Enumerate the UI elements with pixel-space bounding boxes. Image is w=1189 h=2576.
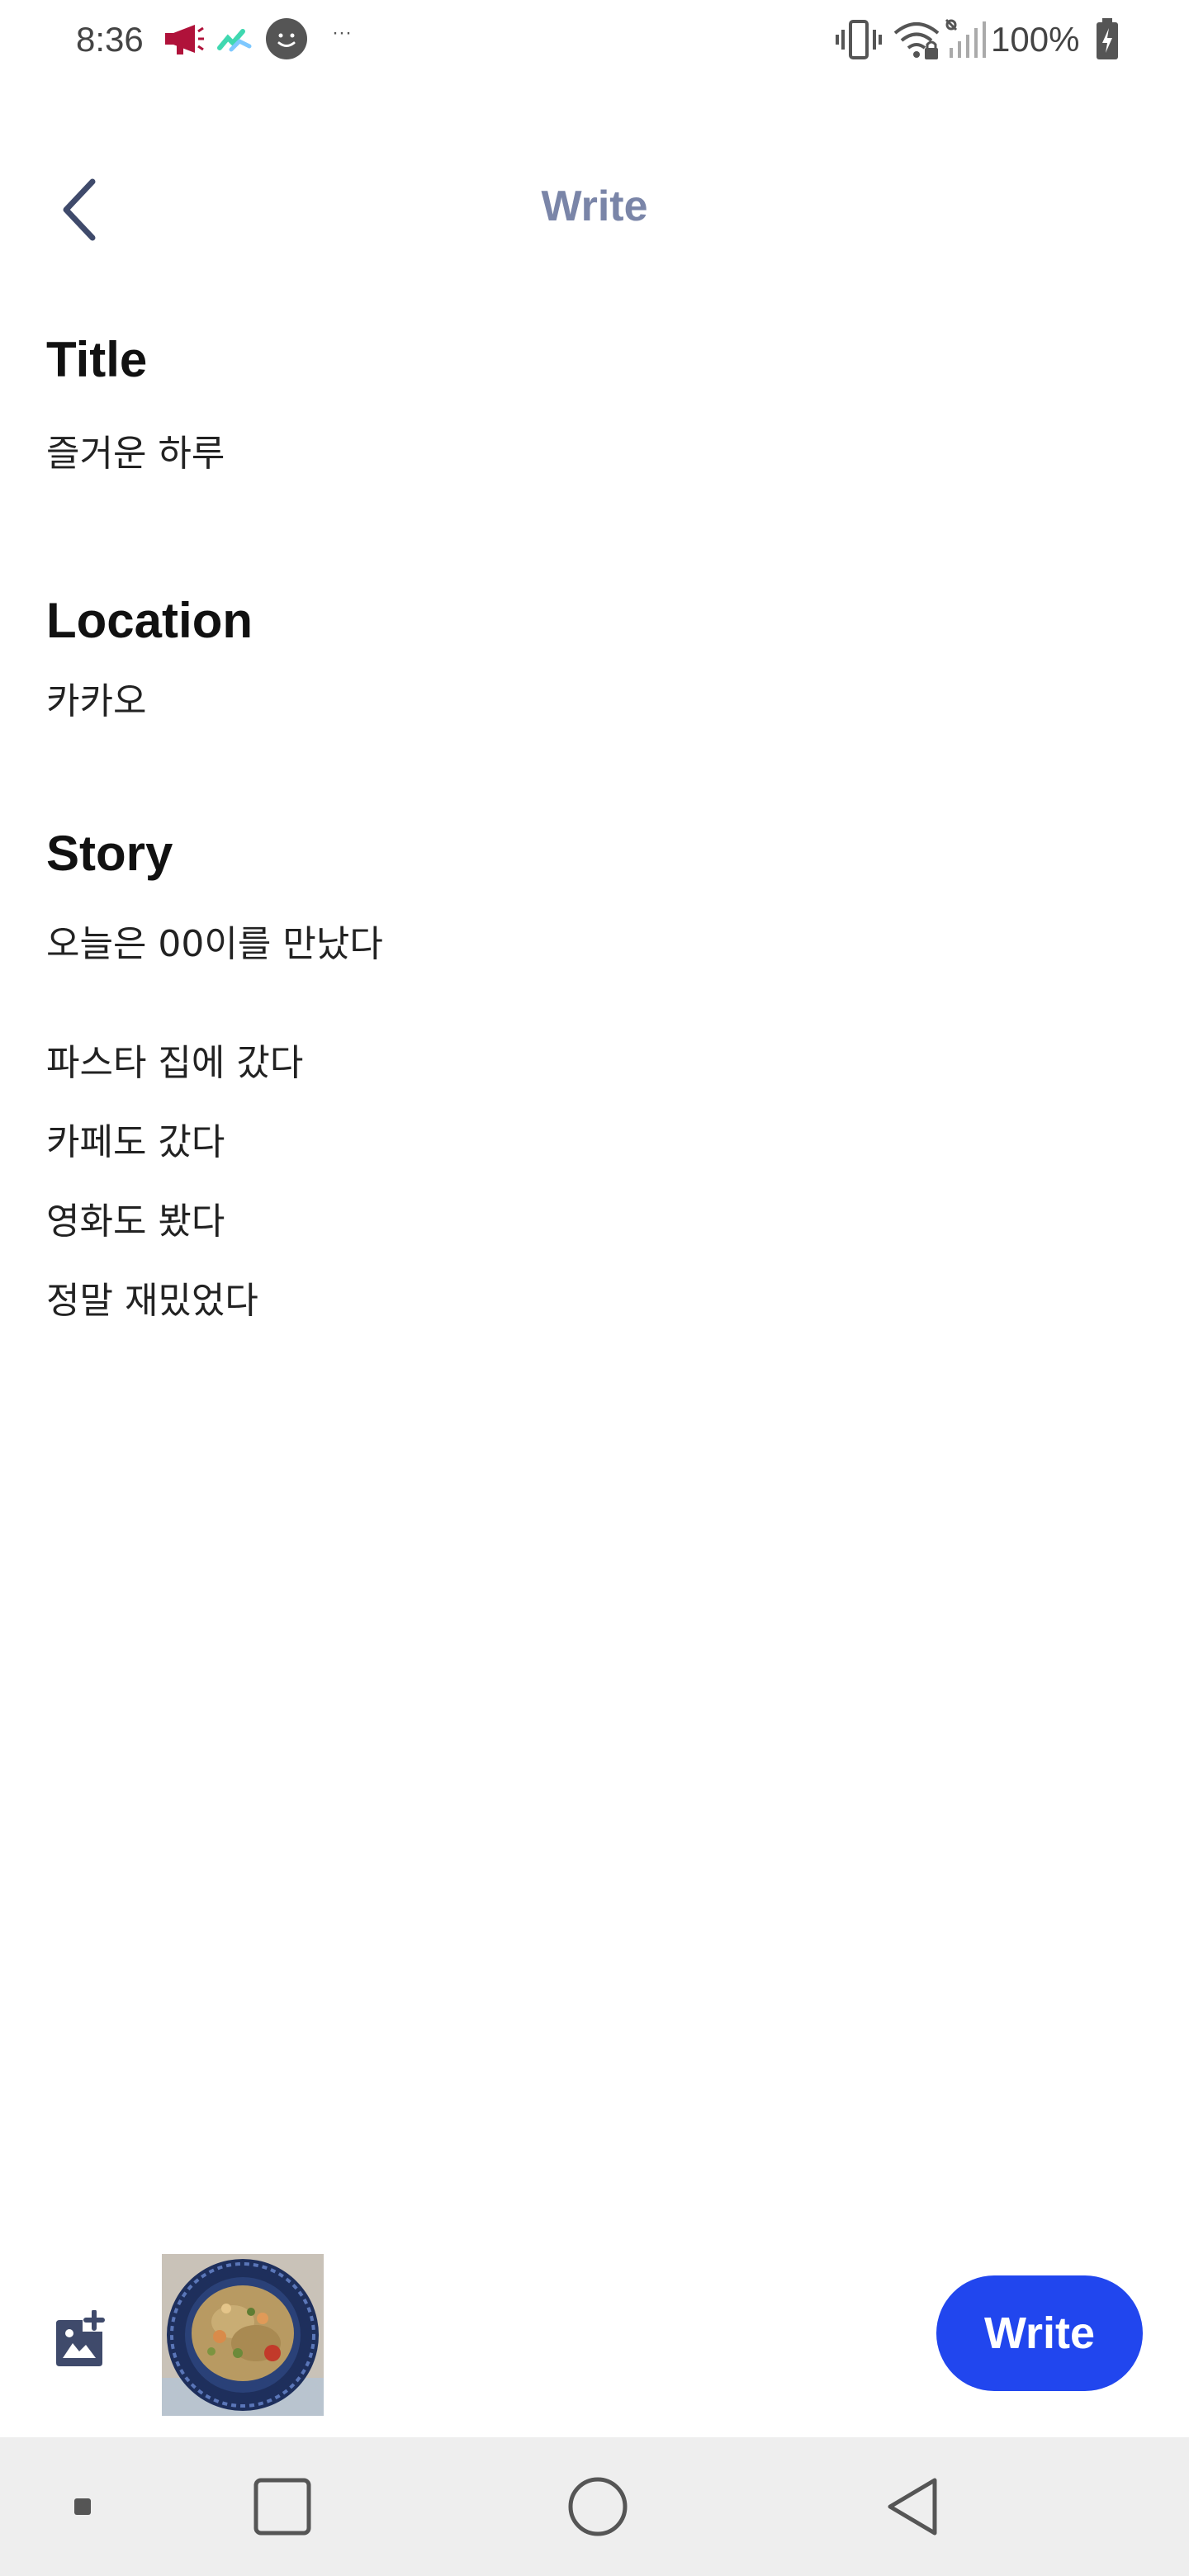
story-line: 영화도 봤다	[46, 1200, 225, 1243]
app-header: Write	[0, 149, 1189, 264]
food-photo-image	[162, 2254, 324, 2416]
story-line: 카페도 갔다	[46, 1121, 225, 1163]
wifi-icon	[893, 22, 940, 59]
more-notifications-indicator: ···	[332, 21, 352, 44]
signal-icon	[945, 18, 986, 58]
add-photo-icon	[56, 2310, 105, 2366]
page-title: Write	[541, 182, 648, 230]
battery-icon	[1097, 18, 1118, 59]
story-line: 오늘은 00이를 만났다	[46, 923, 383, 965]
location-input[interactable]: 카카오	[46, 677, 1136, 727]
recent-apps-button[interactable]	[241, 2465, 324, 2548]
title-input[interactable]: 즐거운 하루	[46, 429, 1136, 479]
home-button[interactable]	[557, 2465, 639, 2548]
bottom-toolbar: Write	[0, 2237, 1189, 2436]
home-icon	[568, 2477, 628, 2536]
story-line: 정말 재밌었다	[46, 1280, 258, 1322]
dot-icon	[74, 2498, 91, 2515]
app-notification-icon	[217, 29, 252, 52]
recent-apps-icon	[253, 2478, 311, 2536]
system-navigation-bar	[0, 2437, 1189, 2576]
face-icon	[266, 18, 307, 59]
story-line: 파스타 집에 갔다	[46, 1042, 304, 1084]
status-bar: 8:36 ··· 100%	[0, 0, 1189, 79]
story-textarea[interactable]: 오늘은 00이를 만났다 파스타 집에 갔다 카페도 갔다 영화도 봤다 정말 …	[46, 920, 1136, 1356]
system-back-button[interactable]	[872, 2465, 955, 2548]
add-image-button[interactable]	[43, 2300, 122, 2379]
vibrate-icon	[836, 20, 882, 59]
attached-photo-thumbnail[interactable]	[162, 2254, 324, 2416]
megaphone-icon	[165, 25, 204, 54]
location-label: Location	[46, 593, 253, 648]
back-icon	[888, 2478, 937, 2536]
nav-dot-button[interactable]	[50, 2474, 116, 2540]
write-button[interactable]: Write	[936, 2275, 1143, 2391]
status-time: 8:36	[76, 20, 144, 59]
story-label: Story	[46, 826, 173, 881]
battery-percent: 100%	[991, 20, 1080, 59]
title-label: Title	[46, 332, 148, 387]
